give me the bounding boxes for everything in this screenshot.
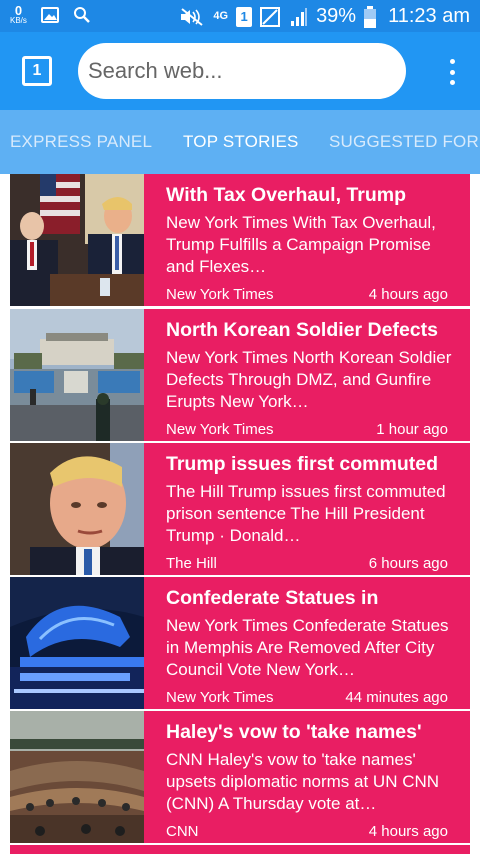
browser-toolbar: 1 <box>0 32 480 110</box>
clock: 11:23 am <box>388 5 470 27</box>
menu-dot <box>449 69 455 75</box>
news-time: 4 hours ago <box>368 286 448 303</box>
news-card[interactable]: Trump issues first commuted The Hill Tru… <box>10 443 470 575</box>
news-title: Trump issues first commuted <box>166 453 438 475</box>
signal-bars-icon <box>290 7 308 27</box>
news-source: New York Times <box>166 689 274 706</box>
battery-icon <box>364 5 377 28</box>
network-speed-unit: KB/s <box>10 16 27 25</box>
tab-top-stories[interactable]: TOP STORIES <box>183 110 299 174</box>
news-source: New York Times <box>166 286 274 303</box>
menu-dot <box>449 80 455 85</box>
news-title: Confederate Statues in <box>166 587 379 609</box>
search-input[interactable] <box>88 58 406 84</box>
status-bar: 0 KB/s 4G 1 39% 11:23 am <box>0 0 480 32</box>
sim-icon: 1 <box>236 6 253 27</box>
news-description: CNN Haley's vow to 'take names' upsets d… <box>166 750 440 813</box>
news-source: New York Times <box>166 421 274 438</box>
news-description: New York Times With Tax Overhaul, Trump … <box>166 213 436 276</box>
news-card[interactable] <box>10 845 470 854</box>
sim-number: 1 <box>236 6 253 27</box>
mute-icon <box>179 7 205 27</box>
signal-icon <box>260 6 282 27</box>
news-thumbnail <box>10 443 144 575</box>
tab-suggested[interactable]: SUGGESTED FOR Y <box>329 110 480 174</box>
search-icon <box>73 6 91 24</box>
news-title: With Tax Overhaul, Trump <box>166 184 406 206</box>
news-source: The Hill <box>166 555 217 572</box>
news-thumbnail <box>10 577 144 709</box>
news-card[interactable]: With Tax Overhaul, Trump New York Times … <box>10 174 470 306</box>
news-time: 4 hours ago <box>368 823 448 840</box>
news-time: 44 minutes ago <box>345 689 448 706</box>
menu-dot <box>449 59 455 64</box>
news-title: North Korean Soldier Defects <box>166 319 438 341</box>
news-thumbnail <box>10 711 144 843</box>
network-type-icon: 4G <box>213 11 228 22</box>
news-time: 6 hours ago <box>368 555 448 572</box>
image-icon <box>40 6 59 24</box>
network-type: 4G <box>213 10 229 22</box>
tab-count: 1 <box>32 62 42 79</box>
news-card[interactable]: Haley's vow to 'take names' CNN Haley's … <box>10 711 470 843</box>
news-card[interactable]: Confederate Statues in New York Times Co… <box>10 577 470 709</box>
news-thumbnail <box>10 174 144 306</box>
news-time: 1 hour ago <box>376 421 448 438</box>
news-thumbnail <box>10 309 144 441</box>
feed-tabs: EXPRESS PANEL TOP STORIES SUGGESTED FOR … <box>0 110 480 174</box>
news-description: New York Times Confederate Statues in Me… <box>166 616 449 679</box>
news-feed: With Tax Overhaul, Trump New York Times … <box>10 174 470 854</box>
tab-express-panel[interactable]: EXPRESS PANEL <box>10 110 152 174</box>
battery-percent: 39% <box>316 5 357 27</box>
tab-switcher-button[interactable]: 1 <box>22 56 52 86</box>
news-description: New York Times North Korean Soldier Defe… <box>166 348 452 411</box>
news-title: Haley's vow to 'take names' <box>166 721 422 743</box>
news-card[interactable]: North Korean Soldier Defects New York Ti… <box>10 309 470 441</box>
news-source: CNN <box>166 823 199 840</box>
overflow-menu-button[interactable] <box>448 59 456 85</box>
network-speed: 0 KB/s <box>10 4 27 25</box>
search-bar[interactable] <box>78 43 406 99</box>
news-description: The Hill Trump issues first commuted pri… <box>166 482 446 545</box>
